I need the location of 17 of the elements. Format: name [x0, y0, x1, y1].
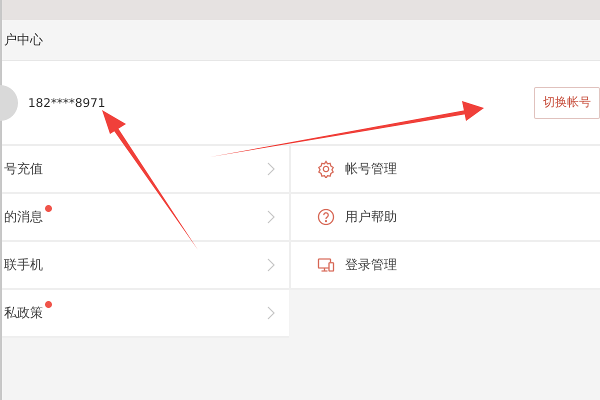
chevron-icon: [267, 306, 275, 320]
chevron-icon: [267, 258, 275, 272]
switch-account-button[interactable]: 切换帐号: [534, 86, 600, 118]
menu-item[interactable]: 登录管理: [289, 242, 600, 290]
menu-item[interactable]: 私政策: [2, 290, 289, 338]
menu-item[interactable]: 号充值: [2, 146, 289, 194]
help-icon: [317, 208, 335, 226]
gear-icon: [317, 160, 335, 178]
menu-item[interactable]: 的消息: [2, 194, 289, 242]
menu-item[interactable]: 帐号管理: [289, 146, 600, 194]
avatar: [0, 84, 18, 120]
devices-icon: [317, 256, 335, 274]
chevron-icon: [267, 210, 275, 224]
phone-number: 182****8971: [28, 96, 106, 110]
menu-item[interactable]: 联手机: [2, 242, 289, 290]
menu-item[interactable]: 用户帮助: [289, 194, 600, 242]
chevron-icon: [267, 162, 275, 176]
